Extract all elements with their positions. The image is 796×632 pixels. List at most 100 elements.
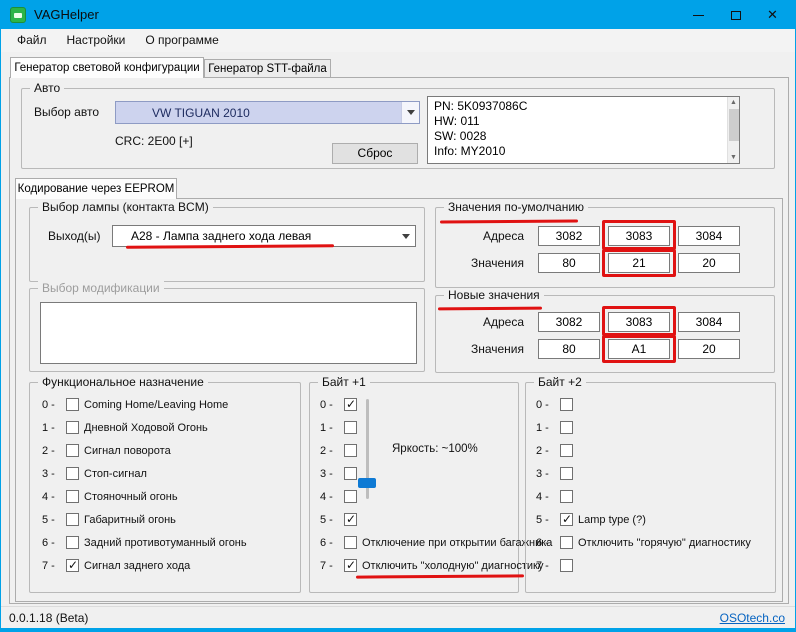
status-bar: 0.0.1.18 (Beta) OSOtech.co bbox=[1, 606, 795, 628]
checkbox[interactable] bbox=[66, 467, 79, 480]
checkbox[interactable] bbox=[560, 559, 573, 572]
values-label: Значения bbox=[470, 342, 524, 356]
modification-group: Выбор модификации bbox=[29, 281, 425, 372]
addresses-label: Адреса bbox=[482, 315, 524, 329]
bit-row: 1 - bbox=[536, 420, 751, 435]
checkbox[interactable] bbox=[344, 536, 357, 549]
bit-row: 7 - bbox=[536, 558, 751, 573]
default-values-label: Значения по-умолчанию bbox=[444, 200, 589, 214]
functional-group: Функциональное назначение 0 - Coming Hom… bbox=[29, 375, 301, 593]
checkbox[interactable] bbox=[66, 444, 79, 457]
ecu-info-line: PN: 5K0937086C bbox=[434, 99, 528, 113]
bit-index: 5 - bbox=[320, 513, 333, 526]
scrollbar-thumb[interactable] bbox=[729, 109, 739, 141]
new-value-3[interactable]: 20 bbox=[678, 339, 740, 359]
checkbox[interactable] bbox=[66, 490, 79, 503]
checkbox[interactable] bbox=[344, 397, 357, 411]
checkbox[interactable] bbox=[560, 398, 573, 411]
chevron-down-icon bbox=[402, 233, 410, 239]
bit-index: 1 - bbox=[320, 421, 333, 434]
functional-row: 0 - Coming Home/Leaving Home bbox=[42, 397, 247, 412]
version-label: 0.0.1.18 (Beta) bbox=[9, 611, 89, 625]
checkbox[interactable] bbox=[344, 421, 357, 434]
checkbox[interactable] bbox=[66, 513, 79, 526]
scroll-down-icon[interactable]: ▼ bbox=[728, 152, 739, 163]
checkbox-label: Отключить "холодную" диагностику bbox=[362, 559, 544, 572]
car-select-dropdown[interactable]: VW TIGUAN 2010 bbox=[115, 101, 420, 124]
menu-about[interactable]: О программе bbox=[135, 29, 228, 52]
default-address-1[interactable]: 3082 bbox=[538, 226, 600, 246]
bit-index: 6 - bbox=[536, 536, 549, 549]
bit-index: 7 - bbox=[320, 559, 333, 572]
default-value-3[interactable]: 20 bbox=[678, 253, 740, 273]
menu-file[interactable]: Файл bbox=[7, 29, 57, 52]
menu-settings[interactable]: Настройки bbox=[57, 29, 136, 52]
bit-index: 7 - bbox=[42, 559, 55, 572]
default-value-1[interactable]: 80 bbox=[538, 253, 600, 273]
lamp-output-dropdown[interactable]: A28 - Лампа заднего хода левая bbox=[112, 225, 416, 247]
window-title: VAGHelper bbox=[34, 7, 99, 22]
new-values-label: Новые значения bbox=[444, 288, 544, 302]
checkbox-label: Отключение при открытии багажника bbox=[362, 536, 553, 549]
info-scrollbar[interactable]: ▲ ▼ bbox=[727, 97, 739, 163]
bit-index: 0 - bbox=[320, 398, 333, 411]
car-select-label: Выбор авто bbox=[34, 105, 100, 119]
bit-row: 0 - bbox=[536, 397, 751, 412]
checkbox-label: Lamp type (?) bbox=[578, 513, 646, 526]
checkbox[interactable] bbox=[560, 444, 573, 457]
new-address-1[interactable]: 3082 bbox=[538, 312, 600, 332]
checkbox[interactable] bbox=[66, 558, 79, 572]
menu-bar: Файл Настройки О программе bbox=[1, 29, 795, 52]
checkbox[interactable] bbox=[560, 467, 573, 480]
bit-row: 6 - Отключить "горячую" диагностику bbox=[536, 535, 751, 550]
tab-stt-file-generator[interactable]: Генератор STT-файла bbox=[204, 59, 331, 78]
close-button[interactable]: ✕ bbox=[754, 1, 791, 29]
functional-row: 1 - Дневной Ходовой Огонь bbox=[42, 420, 247, 435]
app-window: VAGHelper ✕ Файл Настройки О программе Г… bbox=[0, 0, 796, 632]
brightness-slider-thumb[interactable] bbox=[358, 478, 376, 488]
ecu-info-line: Info: MY2010 bbox=[434, 144, 506, 158]
byte-plus2-label: Байт +2 bbox=[534, 375, 586, 389]
checkbox[interactable] bbox=[560, 512, 573, 526]
bit-index: 5 - bbox=[42, 513, 55, 526]
checkbox[interactable] bbox=[560, 490, 573, 503]
checkbox[interactable] bbox=[66, 421, 79, 434]
checkbox-label: Сигнал поворота bbox=[84, 444, 171, 457]
new-value-1[interactable]: 80 bbox=[538, 339, 600, 359]
new-address-3[interactable]: 3084 bbox=[678, 312, 740, 332]
modification-group-label: Выбор модификации bbox=[38, 281, 164, 295]
default-address-3[interactable]: 3084 bbox=[678, 226, 740, 246]
website-link[interactable]: OSOtech.co bbox=[720, 611, 785, 625]
bit-index: 1 - bbox=[42, 421, 55, 434]
scroll-up-icon[interactable]: ▲ bbox=[728, 97, 739, 108]
chevron-down-icon bbox=[406, 110, 415, 115]
checkbox[interactable] bbox=[560, 421, 573, 434]
modification-listbox[interactable] bbox=[40, 302, 417, 364]
bit-index: 3 - bbox=[536, 467, 549, 480]
values-label: Значения bbox=[470, 256, 524, 270]
bit-row: 3 - bbox=[536, 466, 751, 481]
annotation-underline-new-values bbox=[437, 306, 543, 311]
bit-index: 5 - bbox=[536, 513, 549, 526]
checkbox[interactable] bbox=[344, 558, 357, 572]
bit-index: 0 - bbox=[536, 398, 549, 411]
checkbox[interactable] bbox=[66, 398, 79, 411]
checkbox[interactable] bbox=[344, 490, 357, 503]
ecu-info-line: HW: 011 bbox=[434, 114, 480, 128]
tab-light-config-generator[interactable]: Генератор световой конфигурации bbox=[10, 57, 204, 78]
reset-button[interactable]: Сброс bbox=[332, 143, 418, 164]
checkbox[interactable] bbox=[560, 536, 573, 549]
functional-group-label: Функциональное назначение bbox=[38, 375, 208, 389]
minimize-icon bbox=[693, 14, 704, 16]
ecu-info-box[interactable]: PN: 5K0937086C HW: 011 SW: 0028 Info: MY… bbox=[427, 96, 740, 164]
tab-coding-eeprom[interactable]: Кодирование через EEPROM bbox=[15, 178, 177, 199]
bit-row: 0 - bbox=[320, 397, 552, 412]
checkbox[interactable] bbox=[66, 536, 79, 549]
lamp-group-label: Выбор лампы (контакта BCM) bbox=[38, 200, 213, 214]
checkbox[interactable] bbox=[344, 512, 357, 526]
auto-group-label: Авто bbox=[30, 81, 65, 95]
minimize-button[interactable] bbox=[680, 1, 717, 29]
maximize-button[interactable] bbox=[717, 1, 754, 29]
checkbox[interactable] bbox=[344, 444, 357, 457]
checkbox[interactable] bbox=[344, 467, 357, 480]
